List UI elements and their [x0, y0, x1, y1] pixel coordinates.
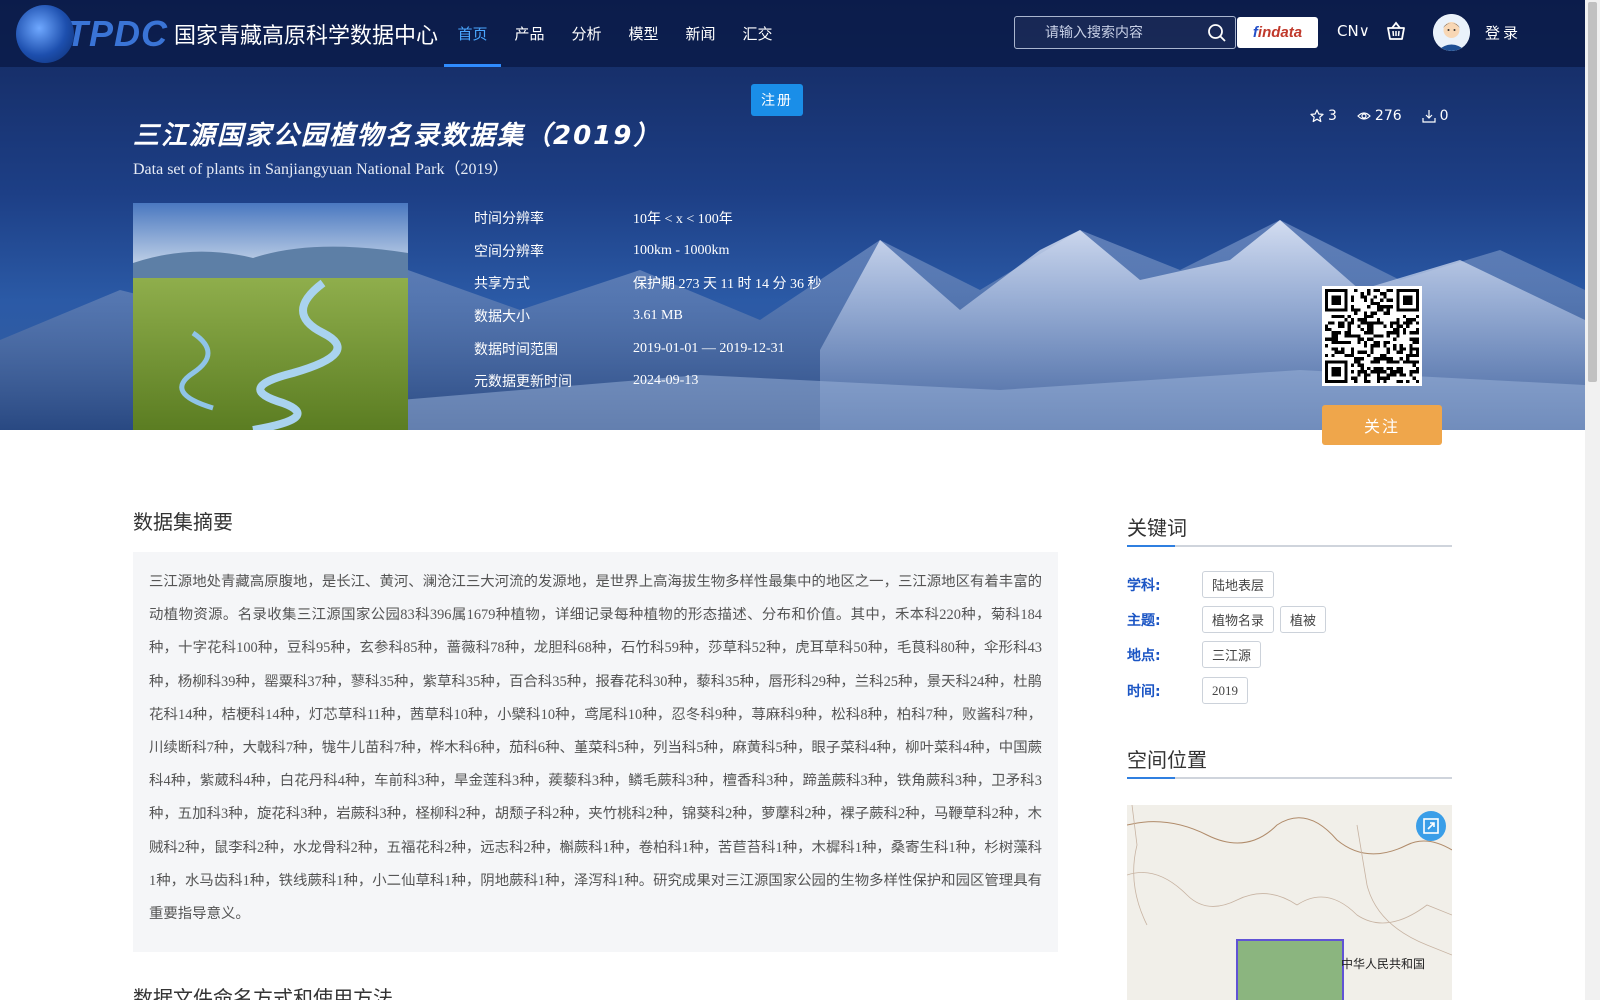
keyword-tag[interactable]: 植被 — [1280, 606, 1327, 633]
meta-key: 数据时间范围 — [474, 341, 558, 358]
meta-key: 空间分辨率 — [474, 243, 544, 260]
findata-button[interactable]: f indata — [1237, 17, 1318, 48]
star-count-value: 3 — [1328, 108, 1337, 124]
qr-code — [1322, 286, 1422, 386]
avatar-icon — [1433, 14, 1470, 51]
expand-icon — [1423, 818, 1439, 834]
meta-row: 时间分辨率 10年 < x < 100年 — [474, 202, 821, 235]
file-naming-title: 数据文件命名方式和使用方法 — [133, 986, 393, 1000]
keyword-tag[interactable]: 2019 — [1202, 677, 1248, 704]
meta-row: 元数据更新时间 2024-09-13 — [474, 365, 821, 398]
meta-key: 共享方式 — [474, 276, 530, 293]
abstract-text: 三江源地处青藏高原腹地，是长江、黄河、澜沧江三大河流的发源地，是世界上高海拔生物… — [149, 574, 1042, 923]
nav-models[interactable]: 模型 — [615, 0, 672, 67]
abstract-title: 数据集摘要 — [133, 510, 233, 534]
location-divider — [1127, 777, 1452, 779]
dataset-title-en: Data set of plants in Sanjiangyuan Natio… — [133, 161, 509, 178]
keywords-divider — [1127, 545, 1452, 547]
download-count-value: 0 — [1439, 108, 1449, 124]
scrollbar-thumb[interactable] — [1588, 2, 1597, 382]
keyword-label: 地点: — [1127, 647, 1161, 664]
view-count: 276 — [1357, 108, 1402, 124]
cart-icon[interactable] — [1385, 20, 1407, 42]
meta-row: 共享方式 保护期 273 天 11 时 14 分 36 秒 — [474, 267, 821, 300]
nav-home[interactable]: 首页 — [444, 0, 501, 67]
keyword-tag[interactable]: 植物名录 — [1202, 606, 1275, 633]
download-count: 0 — [1422, 108, 1449, 124]
keyword-label: 时间: — [1127, 683, 1161, 700]
view-count-value: 276 — [1374, 108, 1402, 124]
keyword-label: 学科: — [1127, 577, 1161, 594]
meta-key: 数据大小 — [474, 309, 530, 326]
logo-cn-text: 国家青藏高原科学数据中心 — [174, 24, 439, 49]
meta-value: 100km - 1000km — [633, 242, 730, 258]
star-icon — [1310, 109, 1324, 123]
meta-value: 10年 < x < 100年 — [633, 212, 733, 228]
search-box — [1014, 16, 1236, 49]
meta-value: 3.61 MB — [633, 308, 683, 324]
follow-button[interactable]: 关注 — [1322, 405, 1442, 445]
page-scrollbar[interactable] — [1585, 0, 1600, 1000]
site-logo[interactable]: TPDC 国家青藏高原科学数据中心 — [16, 4, 438, 64]
dataset-meta-list: 时间分辨率 10年 < x < 100年 空间分辨率 100km - 1000km … — [474, 202, 821, 398]
eye-icon — [1357, 112, 1371, 120]
dataset-title-cn: 三江源国家公园植物名录数据集（2019） — [133, 121, 662, 151]
keyword-row-theme: 主题: 植物名录 植被 — [1127, 606, 1332, 633]
location-map[interactable]: 中华人民共和国 — [1127, 805, 1452, 1000]
register-button[interactable]: 注册 — [751, 84, 803, 116]
meta-row: 数据大小 3.61 MB — [474, 300, 821, 333]
nav-news[interactable]: 新闻 — [672, 0, 729, 67]
meta-key: 元数据更新时间 — [474, 374, 572, 391]
keywords-title: 关键词 — [1127, 516, 1187, 540]
meta-value: 保护期 273 天 11 时 14 分 36 秒 — [633, 277, 822, 293]
keyword-label: 主题: — [1127, 612, 1161, 629]
meta-key: 时间分辨率 — [474, 211, 544, 228]
meta-value: 2024-09-13 — [633, 373, 699, 389]
main-nav: 首页 产品 分析 模型 新闻 汇交 — [444, 0, 786, 67]
search-icon[interactable] — [1207, 23, 1227, 43]
dataset-stats: 3 276 0 — [1310, 108, 1449, 124]
globe-logo-icon — [16, 5, 74, 63]
abstract-box: 三江源地处青藏高原腹地，是长江、黄河、澜沧江三大河流的发源地，是世界上高海拔生物… — [133, 552, 1058, 952]
map-country-label: 中华人民共和国 — [1341, 957, 1426, 971]
login-link[interactable]: 登录 — [1485, 22, 1521, 43]
keyword-row-time: 时间: 2019 — [1127, 677, 1254, 704]
keyword-tag[interactable]: 三江源 — [1202, 641, 1262, 668]
keyword-row-place: 地点: 三江源 — [1127, 641, 1267, 668]
nav-products[interactable]: 产品 — [501, 0, 558, 67]
nav-analysis[interactable]: 分析 — [558, 0, 615, 67]
meta-row: 空间分辨率 100km - 1000km — [474, 235, 821, 268]
star-count[interactable]: 3 — [1310, 108, 1337, 124]
meta-value: 2019-01-01 — 2019-12-31 — [633, 340, 785, 356]
logo-tpdc-text: TPDC — [66, 13, 168, 54]
findata-rest: indata — [1257, 24, 1303, 41]
download-icon — [1422, 110, 1436, 123]
dataset-thumbnail — [133, 203, 408, 430]
nav-submit[interactable]: 汇交 — [729, 0, 786, 67]
location-title: 空间位置 — [1127, 748, 1207, 772]
keyword-tag[interactable]: 陆地表层 — [1202, 571, 1275, 598]
keyword-row-subject: 学科: 陆地表层 — [1127, 571, 1280, 598]
meta-row: 数据时间范围 2019-01-01 — 2019-12-31 — [474, 332, 821, 365]
search-input[interactable] — [1015, 24, 1205, 41]
user-avatar[interactable] — [1433, 14, 1470, 51]
qr-code-image — [1325, 289, 1419, 383]
language-switch[interactable]: CN∨ — [1337, 22, 1370, 40]
map-expand-icon[interactable] — [1416, 811, 1446, 841]
